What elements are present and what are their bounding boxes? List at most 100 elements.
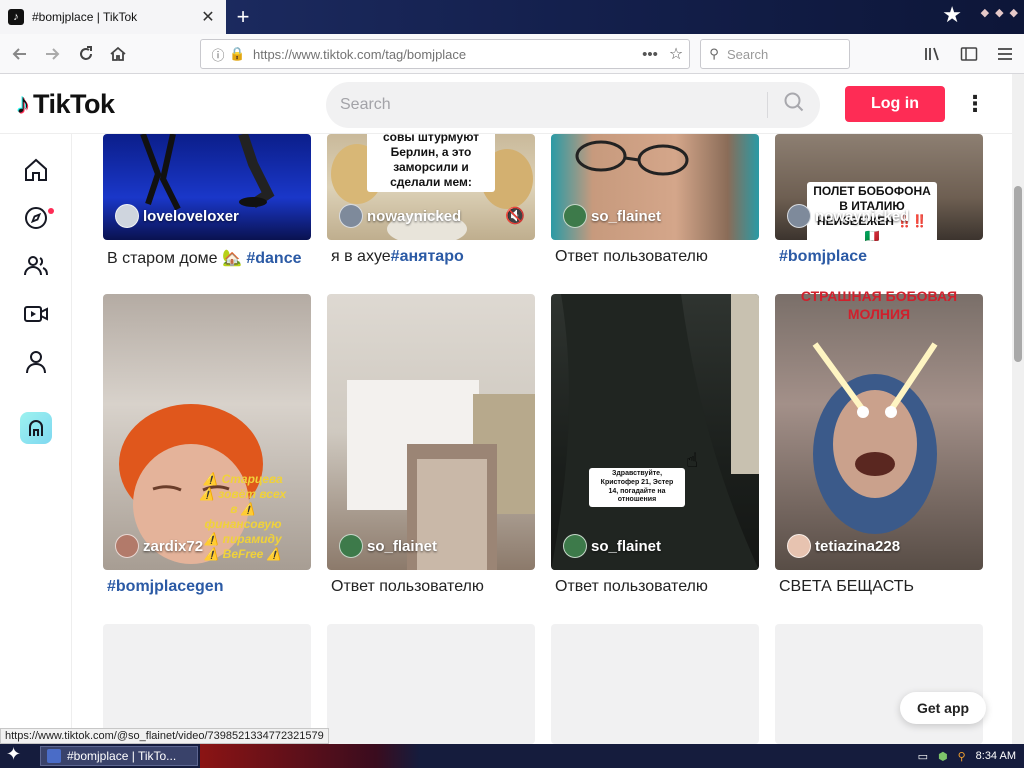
avatar <box>563 204 587 228</box>
hashtag-link[interactable]: #bomjplacegen <box>107 578 223 595</box>
avatar <box>787 204 811 228</box>
more-options-icon[interactable]: ⋮ <box>962 88 988 120</box>
search-icon: ⚲ <box>709 46 719 61</box>
taskbar-window-button[interactable]: #bomjplace | TikTo... <box>40 746 198 766</box>
author-name: so_flainet <box>367 537 438 555</box>
back-icon[interactable] <box>6 40 34 68</box>
video-thumbnail[interactable] <box>775 294 983 570</box>
video-grid: loveloveloxer В старом доме 🏡 #dance сов… <box>103 134 983 744</box>
site-info-icon[interactable]: ⓘ <box>207 45 229 64</box>
video-caption[interactable]: Ответ пользователю <box>555 578 708 596</box>
video-author[interactable]: so_flainet <box>339 534 437 558</box>
tiktok-search-bar[interactable]: Search <box>326 82 820 128</box>
video-thumbnail[interactable] <box>327 294 535 570</box>
video-overlay-text: совы штурмуют Берлин, а это заморсили и … <box>367 134 495 192</box>
firefox-icon <box>47 749 61 763</box>
woman-headscarf-illustration <box>551 294 759 570</box>
hashtag-link[interactable]: #dance <box>246 250 301 267</box>
browser-search-field[interactable]: ⚲ Search <box>700 39 850 69</box>
video-author[interactable]: so_flainet <box>563 534 661 558</box>
tiktok-logo-text: TikTok <box>33 88 115 119</box>
browser-toolbar: ⓘ 🔒 https://www.tiktok.com/tag/bomjplace… <box>0 34 1024 74</box>
menu-hamburger-icon[interactable] <box>994 40 1016 68</box>
video-overlay-text: СТРАШНАЯ БОБОВАЯ МОЛНИЯ <box>800 288 958 322</box>
scrollbar-thumb[interactable] <box>1014 186 1022 362</box>
video-author[interactable]: tetiazina228 <box>787 534 900 558</box>
caption-text: Ответ пользователю <box>331 578 484 595</box>
video-author[interactable]: nowaynicked <box>339 204 461 228</box>
avatar <box>115 534 139 558</box>
caption-text: Ответ пользователю <box>555 578 708 595</box>
tiktok-logo[interactable]: ♪ TikTok <box>16 88 115 120</box>
lock-icon: 🔒 <box>229 46 246 61</box>
caption-text: я в ахуе <box>331 248 391 265</box>
tiktok-header: ♪ TikTok Search Log in ⋮ <box>0 74 1012 134</box>
video-caption[interactable]: Ответ пользователю <box>331 578 484 596</box>
get-app-button[interactable]: Get app <box>900 692 986 724</box>
video-placeholder <box>327 624 535 744</box>
reload-icon[interactable] <box>72 40 100 68</box>
tray-network-icon[interactable]: ▭ <box>918 750 928 763</box>
video-placeholder <box>775 624 983 744</box>
taskbar-decoration <box>200 744 420 768</box>
link-status-url: https://www.tiktok.com/@so_flainet/video… <box>0 728 329 744</box>
forward-icon[interactable] <box>38 40 66 68</box>
caption-text: СВЕТА БЕЩАСТЬ <box>779 578 915 595</box>
sidebar-toggle-icon[interactable] <box>958 40 980 68</box>
home-icon[interactable] <box>20 154 52 186</box>
tiktok-note-icon: ♪ <box>16 88 30 119</box>
profile-icon[interactable] <box>20 346 52 378</box>
page-actions-icon[interactable]: ••• <box>637 46 663 63</box>
login-button[interactable]: Log in <box>845 86 945 122</box>
home-icon[interactable] <box>104 40 132 68</box>
library-icon[interactable] <box>922 40 944 68</box>
creator-live-icon[interactable] <box>20 412 52 444</box>
video-author[interactable]: so_flainet <box>563 204 661 228</box>
video-caption[interactable]: #bomjplace <box>779 248 867 266</box>
video-caption[interactable]: я в ахуе#анятаро <box>331 248 464 266</box>
video-caption[interactable]: #bomjplacegen <box>107 578 223 596</box>
page-scrollbar[interactable] <box>1012 74 1024 744</box>
tray-search-icon[interactable]: ⚲ <box>958 750 966 763</box>
browser-tab[interactable]: ♪ #bomjplace | TikTok ✕ <box>0 0 226 34</box>
room-interior-illustration <box>347 380 535 570</box>
author-name: so_flainet <box>591 537 662 555</box>
address-bar[interactable]: ⓘ 🔒 https://www.tiktok.com/tag/bomjplace… <box>200 39 690 69</box>
live-video-icon[interactable] <box>20 298 52 330</box>
start-menu-icon[interactable]: ✦ <box>6 744 21 765</box>
lightning-eyes-illustration <box>812 342 938 534</box>
video-caption[interactable]: СВЕТА БЕЩАСТЬ <box>779 578 914 596</box>
search-icon[interactable] <box>768 91 820 119</box>
url-text[interactable]: https://www.tiktok.com/tag/bomjplace <box>247 47 637 62</box>
video-author[interactable]: loveloveloxer <box>115 204 239 228</box>
hashtag-link[interactable]: #анятаро <box>391 248 464 265</box>
close-window-icon[interactable]: ◆ <box>1010 6 1018 19</box>
avatar <box>339 204 363 228</box>
notification-dot <box>48 208 54 214</box>
video-author[interactable]: zardix72 <box>115 534 203 558</box>
new-tab-icon[interactable]: + <box>230 4 256 30</box>
video-caption[interactable]: В старом доме 🏡 #dance <box>107 248 302 268</box>
author-name: nowaynicked <box>367 207 462 225</box>
minimize-icon[interactable]: ◆ <box>981 6 989 19</box>
video-caption[interactable]: Ответ пользователю <box>555 248 708 266</box>
hashtag-link[interactable]: #bomjplace <box>779 248 867 265</box>
video-thumbnail[interactable] <box>551 294 759 570</box>
video-overlay-text: ⚠️ Старцева ⚠️ зовёт всех в ⚠️ финансову… <box>199 472 287 561</box>
maximize-icon[interactable]: ◆ <box>995 6 1003 19</box>
video-author[interactable]: nowaynicked <box>787 204 909 228</box>
bookmark-star-icon[interactable]: ☆ <box>663 44 689 64</box>
window-controls: ◆ ◆ ◆ <box>981 6 1018 19</box>
os-flag-icon: ★ <box>942 2 962 27</box>
following-icon[interactable] <box>20 250 52 282</box>
tiktok-search-input[interactable]: Search <box>326 96 767 114</box>
mute-icon[interactable]: 🔇 <box>505 206 525 226</box>
toolbar-icons <box>922 40 1016 68</box>
explore-compass-icon[interactable] <box>20 202 52 234</box>
close-tab-icon[interactable]: ✕ <box>198 7 218 27</box>
tray-app-icon[interactable]: ⬢ <box>938 750 948 763</box>
system-tray: ▭ ⬢ ⚲ 8:34 AM <box>918 744 1016 768</box>
avatar <box>339 534 363 558</box>
hand-cursor-icon: ☝ <box>686 450 699 472</box>
taskbar-window-label: #bomjplace | TikTo... <box>67 749 177 763</box>
